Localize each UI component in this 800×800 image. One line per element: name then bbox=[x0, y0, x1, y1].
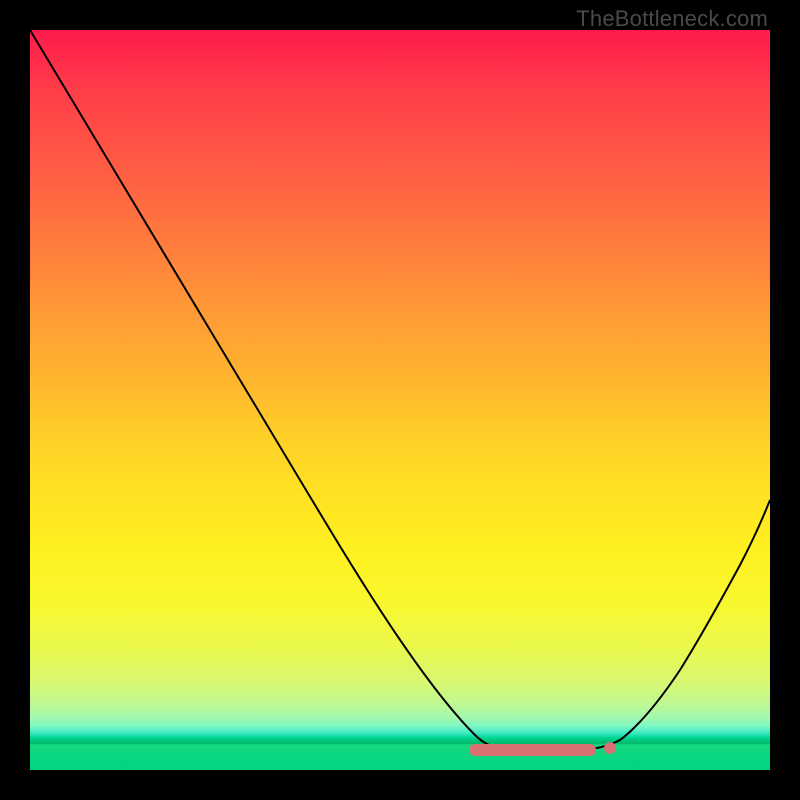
curve-overlay bbox=[30, 30, 770, 770]
bottleneck-curve bbox=[30, 30, 770, 750]
watermark-text: TheBottleneck.com bbox=[576, 6, 768, 32]
optimal-point-dot bbox=[604, 742, 616, 754]
chart-container: TheBottleneck.com bbox=[0, 0, 800, 800]
